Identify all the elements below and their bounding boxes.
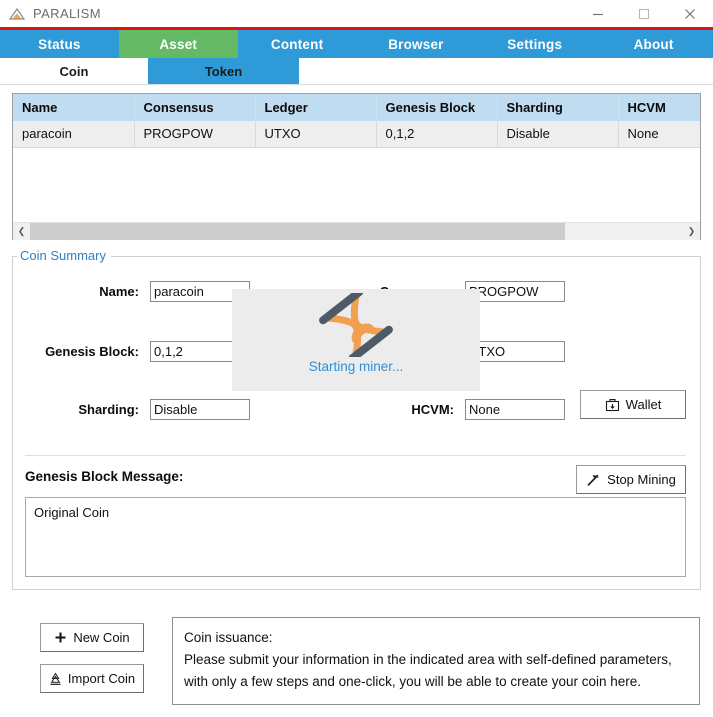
column-header-sharding[interactable]: Sharding [497,94,619,121]
input-consensus[interactable]: PROGPOW [465,280,565,302]
tab-token[interactable]: Token [148,58,299,84]
cell-sharding: Disable [497,121,619,148]
genesis-message-textarea[interactable]: Original Coin [25,497,686,577]
cell-hcvm: None [618,121,700,148]
cell-ledger: UTXO [255,121,377,148]
column-header-hcvm[interactable]: HCVM [618,94,700,121]
import-icon [49,672,62,686]
info-line-3: with only a few steps and one-click, you… [184,674,641,689]
label-name: Name: [99,283,139,299]
genesis-message-label: Genesis Block Message: [25,469,184,484]
coin-issuance-info: Coin issuance: Please submit your inform… [172,617,700,705]
chevron-left-icon[interactable]: ❮ [13,222,30,240]
pickaxe-icon [586,473,601,487]
hourglass-spinner-icon [313,293,399,357]
label-genesis-block: Genesis Block: [45,343,139,359]
import-coin-button[interactable]: Import Coin [40,664,144,693]
summary-separator [25,455,686,456]
label-sharding: Sharding: [78,401,139,417]
scrollbar-track[interactable] [30,222,683,240]
column-header-name[interactable]: Name [13,94,135,121]
cell-consensus: PROGPOW [134,121,256,148]
coin-table-container: Name Consensus Ledger Genesis Block Shar… [12,93,701,240]
title-bar: PARALISM [0,0,713,27]
application-window: PARALISM Status Asset Content Browser Se… [0,0,713,717]
table-horizontal-scrollbar[interactable]: ❮ ❯ [13,222,700,240]
nav-item-status[interactable]: Status [0,30,119,58]
triangle-logo-icon [8,5,26,23]
new-coin-button[interactable]: New Coin [40,623,144,652]
column-header-genesis-block[interactable]: Genesis Block [376,94,498,121]
nav-item-settings[interactable]: Settings [475,30,594,58]
nav-item-asset[interactable]: Asset [118,30,238,58]
sub-tabs-filler [299,58,713,84]
import-coin-button-label: Import Coin [67,671,136,686]
table-header-row: Name Consensus Ledger Genesis Block Shar… [13,94,700,121]
chevron-right-icon[interactable]: ❯ [683,222,700,240]
close-icon[interactable] [667,0,713,27]
plus-icon [54,631,67,644]
window-title: PARALISM [33,6,101,21]
nav-item-content[interactable]: Content [238,30,357,58]
column-header-consensus[interactable]: Consensus [134,94,256,121]
table-row[interactable]: paracoin PROGPOW UTXO 0,1,2 Disable None [13,121,700,148]
cell-genesis-block: 0,1,2 [376,121,498,148]
nav-item-browser[interactable]: Browser [356,30,475,58]
sub-tabs: Coin Token [0,58,713,84]
minimize-icon[interactable] [575,0,621,27]
maximize-icon[interactable] [621,0,667,27]
label-hcvm: HCVM: [411,401,454,417]
coin-summary-legend: Coin Summary [17,248,111,263]
stop-mining-button[interactable]: Stop Mining [576,465,686,494]
info-line-1: Coin issuance: [184,630,273,645]
input-sharding[interactable]: Disable [150,398,250,420]
wallet-icon [605,398,620,412]
column-header-ledger[interactable]: Ledger [255,94,377,121]
main-navigation: Status Asset Content Browser Settings Ab… [0,30,713,58]
input-hcvm[interactable]: None [465,398,565,420]
new-coin-button-label: New Coin [73,630,130,645]
window-controls [575,0,713,27]
starting-miner-overlay: Starting miner... [232,289,480,391]
overlay-status-text: Starting miner... [308,359,404,374]
nav-item-about[interactable]: About [594,30,713,58]
input-ledger[interactable]: UTXO [465,340,565,362]
cell-name: paracoin [13,121,135,148]
sub-tabs-underline [0,84,713,85]
wallet-button-label: Wallet [625,397,662,412]
coin-table: Name Consensus Ledger Genesis Block Shar… [13,94,700,148]
bottom-panel: New Coin Import Coin Coin issuance: Plea… [0,607,713,717]
stop-mining-button-label: Stop Mining [607,472,676,487]
wallet-button[interactable]: Wallet [580,390,686,419]
tab-coin[interactable]: Coin [0,58,148,84]
scrollbar-thumb[interactable] [30,222,566,240]
info-line-2: Please submit your information in the in… [184,652,672,667]
